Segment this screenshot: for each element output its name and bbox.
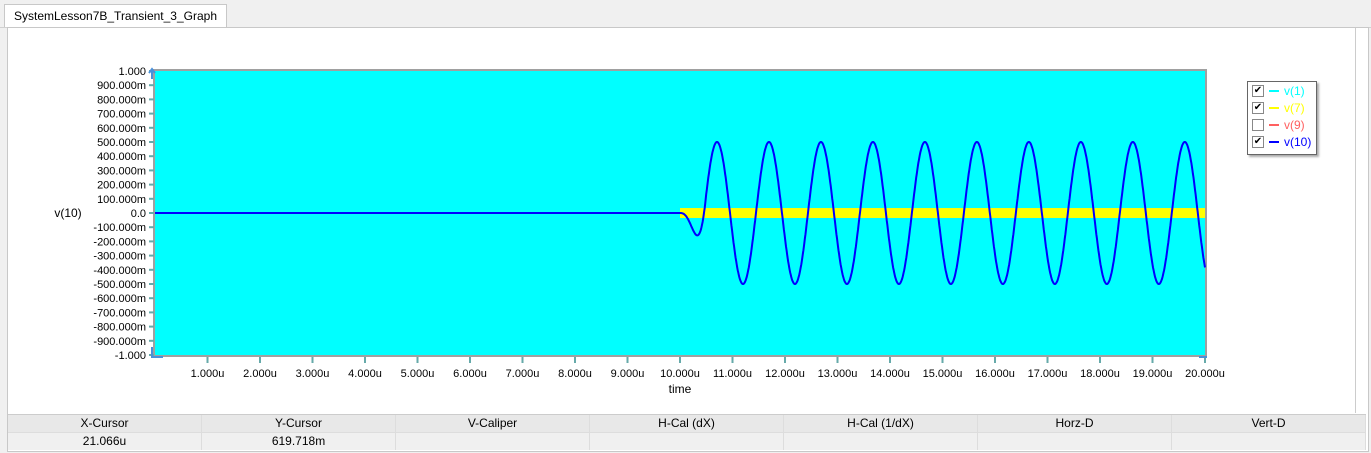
x-tick-label: 12.000u (765, 368, 805, 380)
y-tick-label: 400.000m (97, 151, 146, 163)
y-tick-label: -900.000m (93, 336, 146, 348)
legend-item: v(9) (1248, 116, 1316, 133)
y-tick-label: 300.000m (97, 165, 146, 177)
y-tick-label: 1.000 (118, 66, 146, 78)
legend-item: ✔ v(10) (1248, 133, 1316, 150)
x-tick-label: 3.000u (296, 368, 330, 380)
legend-checkbox[interactable]: ✔ (1252, 135, 1264, 148)
cursor-value (978, 433, 1172, 450)
y-tick-label: -100.000m (93, 222, 146, 234)
cursor-value (784, 433, 978, 450)
y-axis-label: v(10) (54, 206, 81, 220)
legend-label: v(7) (1284, 100, 1305, 115)
x-tick-label: 14.000u (870, 368, 910, 380)
cursor-header: H-Cal (dX) (590, 415, 784, 432)
y-tick-label: -300.000m (93, 251, 146, 263)
y-tick-label: -500.000m (93, 279, 146, 291)
legend-swatch (1269, 140, 1279, 143)
legend-label: v(1) (1284, 83, 1305, 98)
cursor-header: Y-Cursor (202, 415, 396, 432)
cursor-header: H-Cal (1/dX) (784, 415, 978, 432)
legend-swatch (1269, 106, 1279, 109)
x-tick-label: 6.000u (453, 368, 487, 380)
y-tick-label: 700.000m (97, 109, 146, 121)
legend-item: ✔ v(1) (1248, 82, 1316, 99)
cursor-value (590, 433, 784, 450)
cursor-value: 21.066u (8, 433, 202, 450)
y-tick-label: 200.000m (97, 180, 146, 192)
x-tick-label: 10.000u (660, 368, 700, 380)
x-tick-label: 20.000u (1185, 368, 1225, 380)
y-tick-label: 500.000m (97, 137, 146, 149)
x-tick-label: 5.000u (401, 368, 435, 380)
y-tick-label: -700.000m (93, 307, 146, 319)
y-tick-label: 100.000m (97, 194, 146, 206)
series-v7 (680, 208, 1205, 218)
y-tick-label: 0.0 (131, 208, 146, 220)
y-tick-label: -1.000 (115, 350, 146, 362)
x-tick-label: 4.000u (348, 368, 382, 380)
cursor-value (396, 433, 590, 450)
x-tick-label: 1.000u (191, 368, 225, 380)
legend: ✔ v(1) ✔ v(7) v(9) ✔ v(10) (1247, 81, 1317, 155)
cursor-value (1172, 433, 1366, 450)
y-tick-label: -600.000m (93, 293, 146, 305)
cursor-header: X-Cursor (8, 415, 202, 432)
legend-item: ✔ v(7) (1248, 99, 1316, 116)
legend-checkbox[interactable]: ✔ (1252, 101, 1264, 114)
x-tick-label: 13.000u (818, 368, 858, 380)
cursor-header: V-Caliper (396, 415, 590, 432)
x-tick-label: 8.000u (558, 368, 592, 380)
x-tick-label: 18.000u (1080, 368, 1120, 380)
legend-checkbox[interactable]: ✔ (1252, 84, 1264, 97)
cursor-value: 619.718m (202, 433, 396, 450)
y-tick-label: -800.000m (93, 322, 146, 334)
y-tick-label: -400.000m (93, 265, 146, 277)
x-tick-label: 17.000u (1028, 368, 1068, 380)
y-tick-label: -200.000m (93, 236, 146, 248)
x-axis-label: time (669, 382, 692, 396)
legend-label: v(9) (1284, 117, 1305, 132)
x-tick-label: 2.000u (243, 368, 277, 380)
cursor-table: X-Cursor Y-Cursor V-Caliper H-Cal (dX) H-Cal… (8, 414, 1366, 450)
cursor-header: Horz-D (978, 415, 1172, 432)
x-tick-label: 7.000u (506, 368, 540, 380)
x-tick-label: 11.000u (713, 368, 752, 380)
x-tick-label: 16.000u (975, 368, 1015, 380)
x-tick-label: 19.000u (1133, 368, 1173, 380)
chart[interactable]: 1.000 900.000m 800.000m 700.000m 600.000m 500… (0, 0, 1371, 414)
legend-swatch (1269, 123, 1279, 126)
y-tick-label: 900.000m (97, 80, 146, 92)
legend-label: v(10) (1284, 134, 1312, 149)
y-tick-label: 800.000m (97, 94, 146, 106)
legend-swatch (1269, 89, 1279, 92)
cursor-header: Vert-D (1172, 415, 1366, 432)
x-tick-label: 15.000u (923, 368, 963, 380)
legend-checkbox[interactable] (1252, 118, 1264, 131)
y-tick-label: 600.000m (97, 123, 146, 135)
x-tick-label: 9.000u (611, 368, 645, 380)
